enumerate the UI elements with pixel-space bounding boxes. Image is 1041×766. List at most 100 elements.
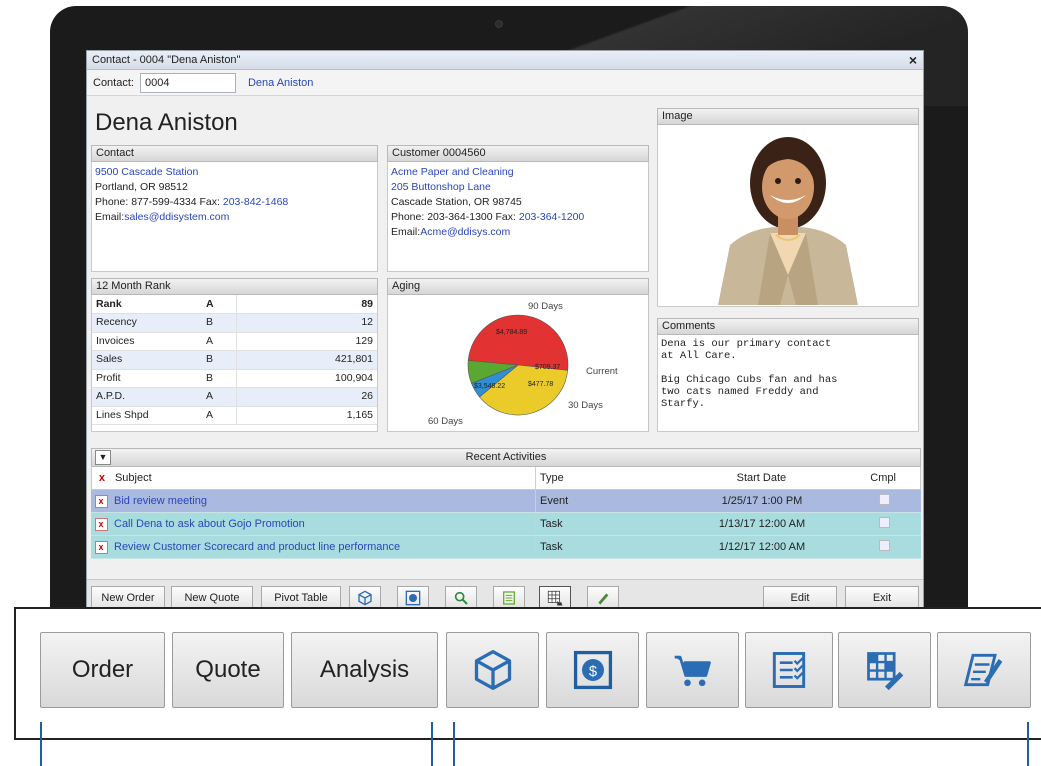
label-30-days: 30 Days	[568, 400, 603, 411]
contact-email-link[interactable]: sales@ddisystem.com	[124, 211, 229, 223]
type-column-header[interactable]: Type	[534, 467, 677, 489]
delete-cell: x	[91, 540, 111, 554]
contact-label: Contact:	[93, 76, 134, 89]
delete-icon[interactable]: x	[94, 517, 108, 531]
contact-email-line: Email:sales@ddisystem.com	[95, 210, 374, 225]
delete-icon[interactable]: x	[94, 494, 108, 508]
comments-textarea[interactable]: Dena is our primary contact at All Care.…	[657, 335, 919, 432]
contact-selector-row: Contact: 0004 Dena Aniston	[87, 70, 923, 96]
close-icon[interactable]: ×	[909, 52, 917, 68]
activity-subject[interactable]: Bid review meeting	[111, 495, 535, 507]
analysis-button[interactable]: Analysis	[291, 632, 438, 708]
cmpl-cell	[847, 540, 921, 554]
quote-button[interactable]: Quote	[172, 632, 284, 708]
customer-address1[interactable]: 205 Buttonshop Lane	[391, 180, 645, 195]
rank-label: Sales	[92, 350, 202, 370]
camera-dot	[495, 20, 503, 28]
rank-grade: A	[202, 387, 237, 407]
slice-value-90: $4,784.89	[496, 329, 527, 336]
image-panel-title: Image	[657, 108, 919, 125]
customer-panel: Customer 0004560 Acme Paper and Cleaning…	[387, 145, 649, 272]
contact-fax-link[interactable]: 203-842-1468	[223, 196, 288, 208]
activity-row[interactable]: x Review Customer Scorecard and product …	[91, 536, 921, 559]
customer-address2: Cascade Station, OR 98745	[391, 196, 522, 208]
activity-row[interactable]: x Bid review meeting Event 1/25/17 1:00 …	[91, 490, 921, 513]
activity-subject[interactable]: Review Customer Scorecard and product li…	[111, 541, 535, 553]
start-date-column-header[interactable]: Start Date	[677, 472, 847, 484]
contact-id-field[interactable]: 0004	[139, 72, 236, 93]
delete-cell: x	[91, 494, 111, 508]
recent-columns: x Subject Type Start Date Cmpl	[91, 467, 921, 490]
customer-fax-link[interactable]: 203-364-1200	[519, 211, 584, 223]
rank-row: Rank A 89	[92, 295, 377, 314]
customer-email-label: Email:	[391, 226, 421, 238]
rank-value: 12	[236, 313, 377, 333]
complete-checkbox[interactable]	[878, 517, 890, 528]
cube-icon[interactable]	[446, 632, 539, 708]
label-90-days: 90 Days	[528, 301, 563, 312]
rank-label: A.P.D.	[92, 387, 202, 407]
pen-note-icon[interactable]	[937, 632, 1031, 708]
rank-grade: B	[202, 350, 237, 370]
aging-panel-body: 90 Days Current 30 Days 60 Days $4,784.8…	[387, 295, 649, 432]
activity-row[interactable]: x Call Dena to ask about Gojo Promotion …	[91, 513, 921, 536]
customer-email-link[interactable]: Acme@ddisys.com	[420, 226, 510, 238]
dollar-icon[interactable]: $	[546, 632, 639, 708]
activity-start: 1/12/17 12:00 AM	[718, 541, 806, 553]
activity-type: Task	[535, 513, 677, 535]
delete-icon[interactable]: x	[94, 540, 108, 554]
contact-panel-body: 9500 Cascade Station Portland, OR 98512 …	[91, 162, 378, 272]
contact-photo	[657, 125, 919, 307]
complete-checkbox[interactable]	[878, 494, 890, 505]
activity-subject[interactable]: Call Dena to ask about Gojo Promotion	[111, 518, 535, 530]
divider-tick	[431, 722, 433, 766]
window-title: Contact - 0004 "Dena Aniston"	[92, 54, 241, 66]
rank-grade: B	[202, 313, 237, 333]
contact-panel-title: Contact	[91, 145, 378, 162]
customer-panel-title: Customer 0004560	[387, 145, 649, 162]
rank-label: Recency	[92, 313, 202, 333]
complete-checkbox[interactable]	[878, 540, 890, 551]
contact-phone-label: Phone: 877-599-4334 Fax:	[95, 196, 220, 208]
grid-edit-icon[interactable]	[838, 632, 931, 708]
contact-address1[interactable]: 9500 Cascade Station	[95, 165, 374, 180]
filter-icon[interactable]: ▼	[95, 450, 111, 465]
order-button[interactable]: Order	[40, 632, 165, 708]
rank-grade: A	[202, 295, 237, 314]
rank-value: 421,801	[236, 350, 377, 370]
cmpl-column-header[interactable]: Cmpl	[846, 472, 920, 484]
customer-company-link[interactable]: Acme Paper and Cleaning	[391, 165, 645, 180]
rank-row: Lines Shpd A 1,165	[92, 406, 377, 425]
rank-value: 26	[236, 387, 377, 407]
rank-label: Lines Shpd	[92, 406, 202, 425]
rank-row: Invoices A 129	[92, 332, 377, 351]
rank-row: Sales B 421,801	[92, 350, 377, 370]
activity-start: 1/25/17 1:00 PM	[721, 495, 803, 507]
contact-phone-line: Phone: 877-599-4334 Fax: 203-842-1468	[95, 195, 374, 210]
contact-panel: Contact 9500 Cascade Station Portland, O…	[91, 145, 378, 272]
rank-table: Rank A 89 Recency B 12 Invoices A 129 Sales B 42…	[92, 295, 377, 425]
rank-value: 89	[236, 295, 377, 314]
contact-name-link[interactable]: Dena Aniston	[248, 77, 313, 89]
rank-grade: A	[202, 406, 237, 425]
activity-type: Event	[535, 490, 677, 512]
aging-panel: Aging 90 Days Current 30 Days 60 Days $4…	[387, 278, 649, 432]
subject-column-header[interactable]: Subject	[112, 472, 535, 484]
contact-email-label: Email:	[95, 211, 125, 223]
customer-panel-body: Acme Paper and Cleaning 205 Buttonshop L…	[387, 162, 649, 272]
rank-panel: 12 Month Rank Rank A 89 Recency B 12 Invoice…	[91, 278, 378, 432]
cart-icon[interactable]	[646, 632, 739, 708]
aging-panel-title: Aging	[387, 278, 649, 295]
slice-value-current: $709.37	[535, 364, 560, 371]
rank-value: 129	[236, 332, 377, 351]
cmpl-cell	[847, 517, 921, 531]
comments-panel-title: Comments	[657, 318, 919, 335]
rank-label: Invoices	[92, 332, 202, 351]
recent-activities-title: Recent Activities	[465, 451, 547, 463]
contact-portrait-image	[658, 125, 918, 305]
label-60-days: 60 Days	[428, 416, 463, 427]
aging-pie-chart: 90 Days Current 30 Days 60 Days $4,784.8…	[428, 301, 618, 427]
delete-cell: x	[91, 517, 111, 531]
recent-activities-panel: ▼ Recent Activities x Subject Type Start…	[91, 448, 921, 559]
checklist-icon[interactable]	[745, 632, 833, 708]
